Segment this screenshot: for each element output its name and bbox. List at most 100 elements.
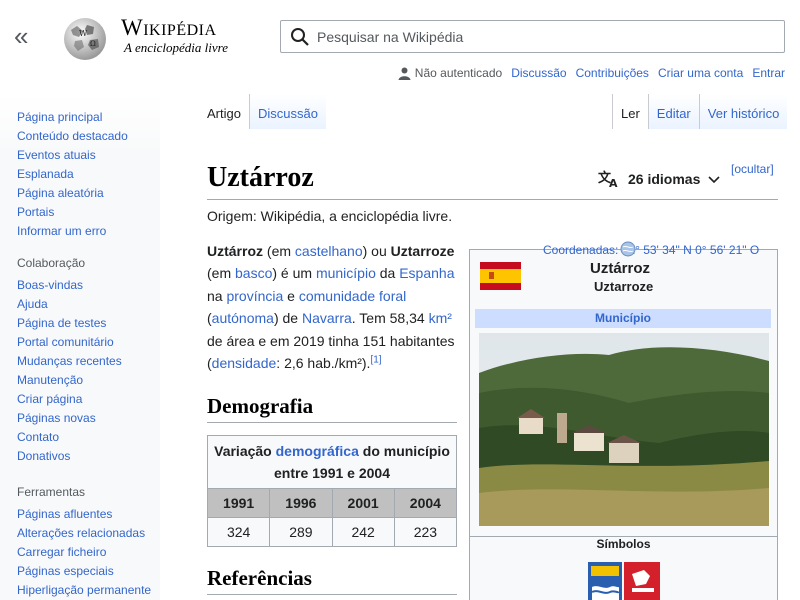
search-icon: [291, 28, 309, 46]
section-heading-references: Referências: [207, 566, 457, 595]
language-button[interactable]: 文 A 26 idiomas: [598, 170, 720, 188]
text: da: [375, 265, 400, 282]
link-demografica[interactable]: demográfica: [276, 443, 359, 459]
link-basco[interactable]: basco: [235, 265, 272, 281]
link-navarra[interactable]: Navarra: [302, 310, 352, 326]
tab-history[interactable]: Ver histórico: [698, 94, 788, 129]
sidebar-item-community-portal[interactable]: Portal comunitário: [17, 333, 122, 352]
tab-article[interactable]: Artigo: [199, 94, 249, 129]
link-municipio[interactable]: município: [316, 265, 376, 281]
site-subtitle: Origem: Wikipédia, a enciclopédia livre.: [207, 208, 453, 224]
village-photo[interactable]: [479, 333, 769, 526]
login-link[interactable]: Entrar: [752, 66, 785, 80]
coordinates-text: Coordenadas: 42° 53' 34" N 0° 56' 21" O: [543, 243, 760, 257]
coordinates-link[interactable]: Coordenadas: 42° 53' 34" N 0° 56' 21" O: [543, 243, 759, 257]
demography-table-caption: Variação demográfica do município entre …: [207, 435, 457, 488]
sidebar-item-report-error[interactable]: Informar um erro: [17, 222, 128, 241]
title-divider: [207, 199, 778, 200]
create-account-link[interactable]: Criar uma conta: [658, 66, 743, 80]
search-input[interactable]: [317, 21, 777, 52]
wikipedia-wordmark[interactable]: Wikipédia: [121, 15, 217, 41]
infobox-type-link[interactable]: Município: [475, 309, 771, 328]
text: (em: [263, 243, 295, 259]
sidebar-item-current-events[interactable]: Eventos atuais: [17, 146, 128, 165]
not-logged-in-label: Não autenticado: [414, 66, 503, 80]
translate-icon: 文 A: [598, 170, 618, 188]
article-alt-name-bold: Uztarroze: [390, 243, 455, 259]
population-cell: 242: [331, 517, 395, 547]
sidebar-item-featured[interactable]: Conteúdo destacado: [17, 127, 128, 146]
link-provincia[interactable]: província: [226, 288, 283, 304]
spain-flag-icon[interactable]: [480, 262, 521, 290]
infobox-title: Uztárroz: [590, 260, 651, 277]
section-heading-demography: Demografia: [207, 394, 457, 423]
sidebar-item-main-page[interactable]: Página principal: [17, 108, 128, 127]
sidebar-item-welcome[interactable]: Boas-vindas: [17, 276, 122, 295]
globe-icon[interactable]: [620, 241, 636, 257]
sidebar-item-donate[interactable]: Donativos: [17, 447, 122, 466]
sidebar-main-nav: Página principal Conteúdo destacado Even…: [17, 108, 128, 241]
user-talk-link[interactable]: Discussão: [511, 66, 566, 80]
personal-tools: Não autenticado Discussão Contribuições …: [398, 66, 785, 80]
sidebar-item-contact[interactable]: Contato: [17, 428, 122, 447]
link-espanha[interactable]: Espanha: [399, 265, 454, 281]
user-contributions-link[interactable]: Contribuições: [576, 66, 649, 80]
sidebar-item-related-changes[interactable]: Alterações relacionadas: [17, 524, 151, 543]
svg-text:W: W: [79, 29, 88, 38]
tab-read[interactable]: Ler: [612, 94, 648, 129]
sidebar-item-special-pages[interactable]: Páginas especiais: [17, 562, 151, 581]
sidebar-item-help[interactable]: Ajuda: [17, 295, 122, 314]
sidebar-item-sandbox[interactable]: Página de testes: [17, 314, 122, 333]
page-title: Uztárroz: [207, 162, 314, 193]
table-row: 324 289 242 223: [206, 517, 458, 547]
sidebar-item-random[interactable]: Página aleatória: [17, 184, 128, 203]
sidebar-item-maintenance[interactable]: Manutenção: [17, 371, 122, 390]
infobox: Uztárroz Uztarroze Município Símbolos: [469, 249, 778, 600]
chevron-down-icon: [708, 176, 720, 184]
svg-text:A: A: [609, 177, 618, 188]
coat-of-arms-icon[interactable]: [588, 562, 660, 600]
language-count: 26 idiomas: [628, 171, 701, 187]
caption-text: Variação: [214, 443, 276, 459]
year-header: 2004: [393, 488, 458, 518]
sidebar-collab-title: Colaboração: [17, 256, 86, 270]
year-header: 2001: [331, 488, 395, 518]
infobox-symbols-label: Símbolos: [470, 536, 777, 551]
link-castelhano[interactable]: castelhano: [295, 243, 363, 259]
text: . Tem 58,34: [351, 310, 429, 327]
namespace-tabs: Artigo Discussão: [199, 94, 326, 129]
link-autonoma[interactable]: autónoma: [212, 310, 274, 326]
link-km2[interactable]: km²: [429, 310, 452, 326]
tab-talk[interactable]: Discussão: [248, 94, 326, 129]
sidebar-item-permanent-link[interactable]: Hiperligação permanente: [17, 581, 151, 600]
sidebar-item-recent-changes[interactable]: Mudanças recentes: [17, 352, 122, 371]
sidebar-item-what-links-here[interactable]: Páginas afluentes: [17, 505, 151, 524]
svg-text:Ω: Ω: [90, 40, 96, 48]
sidebar-item-village-pump[interactable]: Esplanada: [17, 165, 128, 184]
reference-link-1[interactable]: [1]: [370, 354, 381, 365]
sidebar-item-upload-file[interactable]: Carregar ficheiro: [17, 543, 151, 562]
sidebar-tools-group: Ferramentas Páginas afluentes Alterações…: [17, 485, 151, 600]
sidebar-item-create-page[interactable]: Criar página: [17, 390, 122, 409]
sidebar-item-portals[interactable]: Portais: [17, 203, 128, 222]
link-densidade[interactable]: densidade: [212, 355, 277, 371]
tab-edit[interactable]: Editar: [647, 94, 699, 129]
infobox-subtitle: Uztarroze: [594, 279, 654, 294]
table-header-row: 1991 1996 2001 2004: [206, 488, 458, 518]
text: ) ou: [362, 243, 391, 259]
search-box[interactable]: [280, 20, 785, 53]
wikipedia-globe-logo[interactable]: W Ω: [60, 13, 110, 63]
population-cell: 324: [206, 517, 271, 547]
sidebar-collab-group: Colaboração Boas-vindas Ajuda Página de …: [17, 256, 122, 466]
hide-toc-link[interactable]: [ocultar]: [731, 162, 774, 176]
sidebar-item-new-pages[interactable]: Páginas novas: [17, 409, 122, 428]
population-cell: 289: [269, 517, 333, 547]
user-icon: [398, 67, 411, 80]
population-cell: 223: [393, 517, 458, 547]
text: e: [283, 287, 299, 304]
link-comunidade-foral[interactable]: comunidade foral: [299, 288, 406, 304]
text: (em: [207, 265, 235, 282]
article-name-bold: Uztárroz: [207, 243, 264, 259]
collapse-sidebar-icon[interactable]: «: [14, 23, 38, 50]
text: ) de: [273, 310, 302, 327]
